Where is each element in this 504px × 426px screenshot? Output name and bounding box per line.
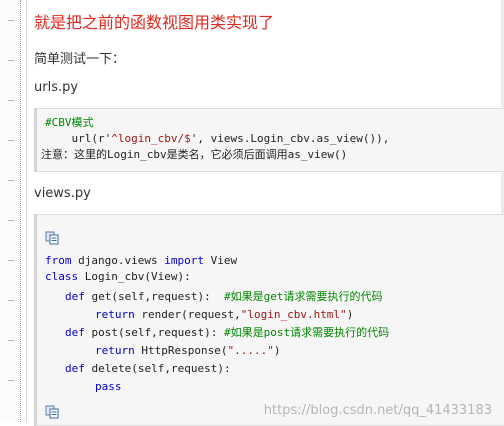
code-text: View [203, 254, 238, 267]
code-string: "....." [227, 344, 274, 357]
rail-tick [8, 220, 14, 221]
code-comment: #CBV模式 [45, 116, 94, 129]
code-keyword: import [164, 254, 204, 267]
code-text: Login_cbv(View): [78, 270, 191, 283]
code-text: ', views.Login_cbv.as_view()), [190, 132, 390, 145]
code-text: url(r' [45, 132, 112, 145]
code-text: get(self,request): [84, 290, 224, 303]
urls-filename: urls.py [34, 80, 79, 95]
rail-tick [8, 380, 14, 381]
code-comment: #如果是get请求需要执行的代码 [223, 290, 383, 303]
views-code-block: from django.views import View class Logi… [34, 214, 504, 426]
code-keyword: from [45, 254, 72, 267]
rail-tick [8, 340, 14, 341]
rail-tick [8, 140, 14, 141]
code-text: ) [346, 308, 354, 321]
code-line: def delete(self,request): [65, 361, 231, 377]
code-string: "login_cbv.html" [240, 308, 347, 321]
copy-code-icon[interactable] [45, 231, 59, 245]
code-comment: #如果是post请求需要执行的代码 [223, 326, 390, 339]
code-line: url(r'^login_cbv/$', views.Login_cbv.as_… [45, 131, 389, 147]
code-keyword: return [95, 308, 135, 321]
views-filename: views.py [34, 186, 91, 201]
rail-tick [8, 300, 14, 301]
code-text: delete(self,request): [84, 362, 231, 375]
rail-dotted-line [20, 0, 21, 422]
code-text: 注意：这里的Login_cbv是类名，它必须后面调用as_view() [41, 148, 348, 161]
code-line: def post(self,request): #如果是post请求需要执行的代… [65, 325, 389, 341]
copy-code-icon[interactable] [45, 405, 59, 419]
code-text: django.views [71, 254, 165, 267]
code-keyword: return [95, 344, 135, 357]
code-line: from django.views import View [45, 253, 237, 269]
code-keyword: pass [95, 380, 122, 393]
rail-tick [8, 260, 14, 261]
code-line: #CBV模式 [45, 115, 94, 131]
rail-tick [8, 100, 14, 101]
code-line: def get(self,request): #如果是get请求需要执行的代码 [65, 289, 382, 305]
rail-tick [8, 20, 14, 21]
code-keyword: def [65, 326, 85, 339]
code-text: post(self,request): [84, 326, 224, 339]
code-line: return HttpResponse(".....") [95, 343, 280, 359]
urls-code-block: #CBV模式 url(r'^login_cbv/$', views.Login_… [34, 108, 504, 172]
code-line: return render(request,"login_cbv.html") [95, 307, 353, 323]
code-keyword: class [45, 270, 79, 283]
code-text: render(request, [134, 308, 241, 321]
code-note: 注意：这里的Login_cbv是类名，它必须后面调用as_view() [41, 147, 347, 163]
section-heading: 就是把之前的函数视图用类实现了 [34, 13, 275, 32]
code-line: class Login_cbv(View): [45, 269, 191, 285]
code-text: ) [273, 344, 281, 357]
csdn-watermark: https://blog.csdn.net/qq_41433183 [263, 403, 492, 418]
code-keyword: def [65, 362, 85, 375]
code-keyword: def [65, 290, 85, 303]
intro-text: 简单测试一下： [34, 52, 126, 67]
editor-left-rail [0, 0, 27, 422]
code-line: pass [95, 379, 122, 395]
code-string: ^login_cbv/$ [111, 132, 191, 145]
rail-tick [8, 60, 14, 61]
rail-tick [8, 180, 14, 181]
code-text: HttpResponse( [134, 344, 228, 357]
